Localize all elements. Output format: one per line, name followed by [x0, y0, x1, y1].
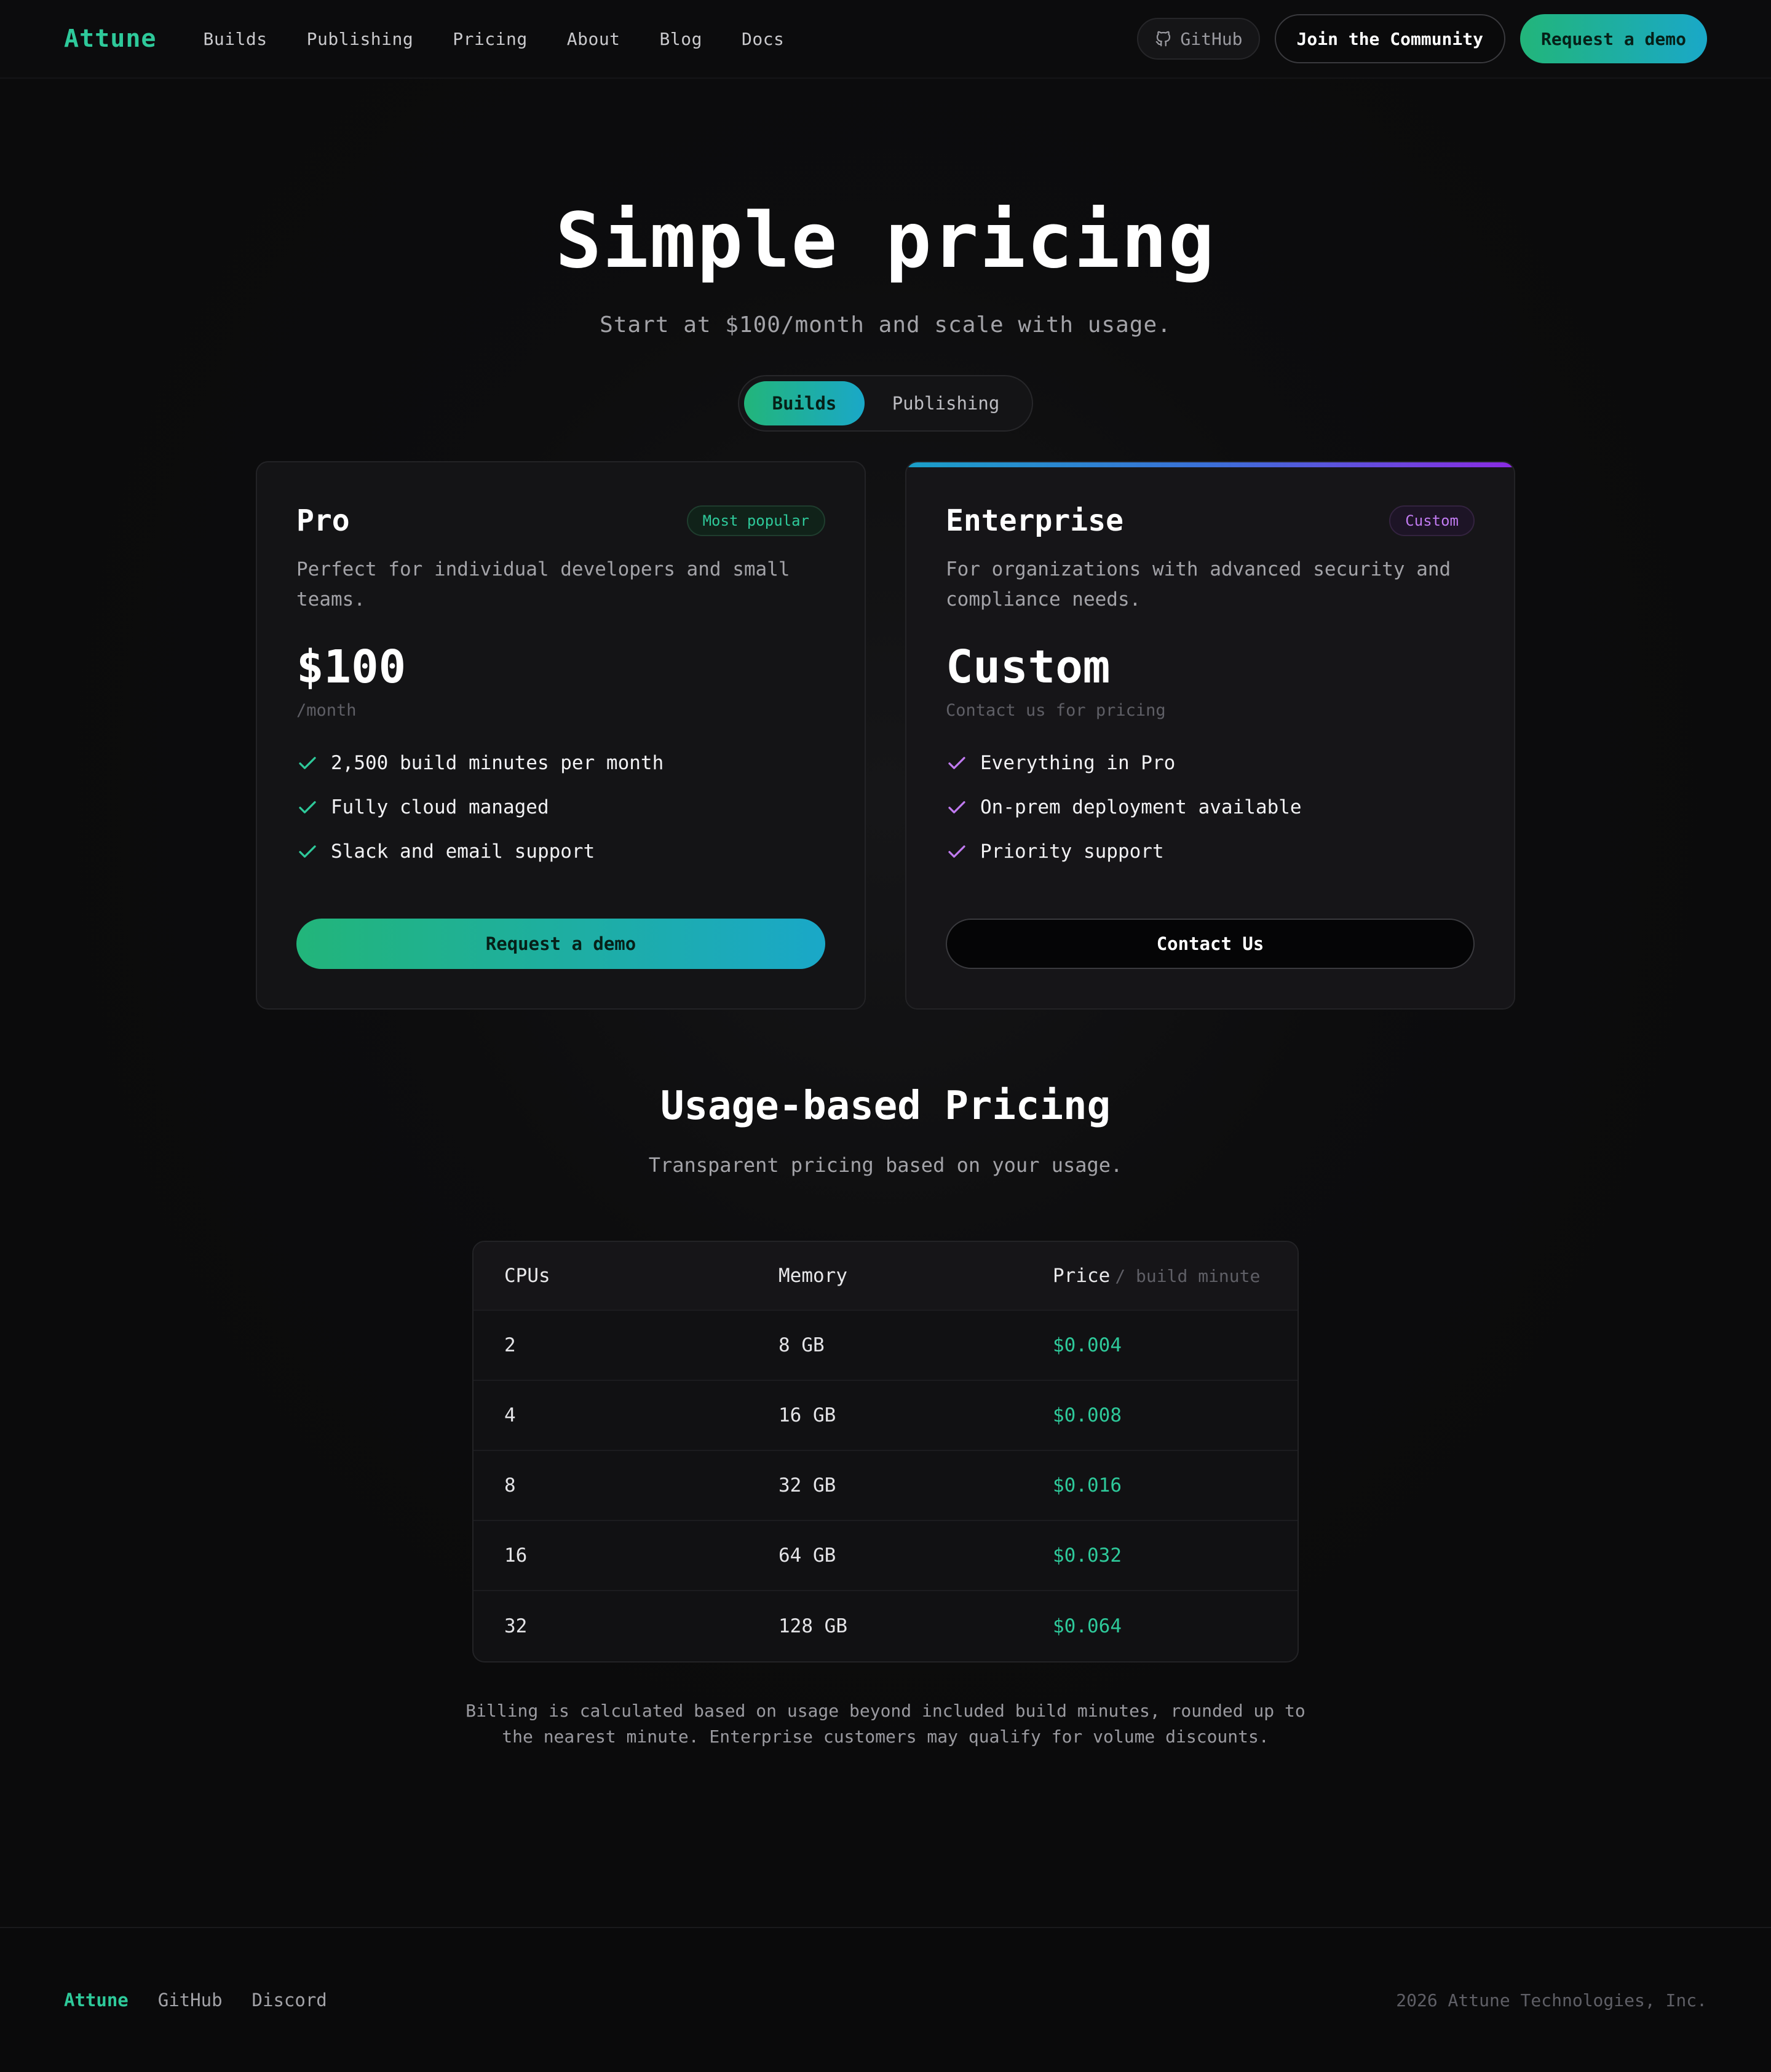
price-header-unit: / build minute — [1115, 1266, 1261, 1286]
feature-list: 2,500 build minutes per month Fully clou… — [296, 741, 825, 874]
nav-link-docs[interactable]: Docs — [722, 29, 804, 49]
card-accent-bar — [906, 462, 1514, 467]
feature-label: On-prem deployment available — [980, 796, 1302, 818]
github-icon — [1156, 31, 1171, 47]
plan-price-unit: /month — [296, 701, 357, 720]
table-header-row: CPUs Memory Price / build minute — [473, 1242, 1298, 1311]
footer-link-discord[interactable]: Discord — [252, 1990, 327, 2011]
nav-link-blog[interactable]: Blog — [640, 29, 722, 49]
feature-item: On-prem deployment available — [946, 785, 1475, 829]
cell-price: $0.032 — [1053, 1544, 1122, 1567]
contact-us-button[interactable]: Contact Us — [946, 919, 1475, 969]
request-demo-button[interactable]: Request a demo — [1519, 14, 1707, 63]
usage-title: Usage-based Pricing — [660, 1083, 1111, 1129]
check-icon — [299, 845, 316, 858]
feature-label: Priority support — [980, 840, 1164, 863]
cell-cpus: 4 — [504, 1404, 516, 1426]
pricing-card-pro: Pro Most popular Perfect for individual … — [256, 461, 866, 1010]
toggle-builds[interactable]: Builds — [744, 381, 865, 425]
feature-item: Everything in Pro — [946, 741, 1475, 785]
plan-badge: Custom — [1389, 505, 1475, 536]
cell-price: $0.064 — [1053, 1615, 1122, 1637]
check-icon — [299, 757, 316, 769]
feature-label: Everything in Pro — [980, 752, 1176, 774]
page-title: Simple pricing — [555, 197, 1216, 285]
nav-links: Builds Publishing Pricing About Blog Doc… — [184, 29, 804, 49]
pro-request-demo-button[interactable]: Request a demo — [296, 919, 825, 969]
cell-cpus: 32 — [504, 1615, 528, 1637]
product-toggle: Builds Publishing — [738, 375, 1033, 432]
cell-price: $0.004 — [1053, 1334, 1122, 1356]
top-nav: Attune Builds Publishing Pricing About B… — [0, 0, 1771, 79]
cell-price: $0.008 — [1053, 1404, 1122, 1426]
usage-pricing-table: CPUs Memory Price / build minute 2 8 GB $… — [472, 1241, 1299, 1663]
feature-list: Everything in Pro On-prem deployment ava… — [946, 741, 1475, 874]
feature-item: Fully cloud managed — [296, 785, 825, 829]
nav-link-publishing[interactable]: Publishing — [287, 29, 434, 49]
page-background — [0, 0, 1771, 2072]
pricing-card-enterprise: Enterprise Custom For organizations with… — [905, 461, 1515, 1010]
feature-item: Priority support — [946, 829, 1475, 874]
nav-link-pricing[interactable]: Pricing — [433, 29, 547, 49]
card-header: Pro Most popular — [296, 499, 825, 542]
footer-link-github[interactable]: GitHub — [158, 1990, 223, 2011]
column-header-cpus: CPUs — [504, 1265, 550, 1287]
card-header: Enterprise Custom — [946, 499, 1475, 542]
plan-description: Perfect for individual developers and sm… — [296, 558, 790, 611]
nav-link-about[interactable]: About — [547, 29, 640, 49]
feature-item: Slack and email support — [296, 829, 825, 874]
join-community-button[interactable]: Join the Community — [1274, 14, 1505, 63]
page-subtitle: Start at $100/month and scale with usage… — [600, 312, 1171, 338]
plan-badge: Most popular — [686, 505, 825, 536]
footer-brand[interactable]: Attune — [64, 1990, 129, 2011]
cell-price: $0.016 — [1053, 1474, 1122, 1497]
cell-memory: 128 GB — [779, 1615, 847, 1637]
check-icon — [948, 845, 965, 858]
check-icon — [948, 757, 965, 769]
feature-label: Fully cloud managed — [331, 796, 549, 818]
github-button[interactable]: GitHub — [1137, 18, 1260, 60]
plan-price: Custom — [946, 641, 1111, 694]
column-header-memory: Memory — [779, 1265, 847, 1287]
toggle-publishing[interactable]: Publishing — [865, 381, 1027, 425]
cell-memory: 16 GB — [779, 1404, 836, 1426]
cell-memory: 32 GB — [779, 1474, 836, 1497]
plan-name: Pro — [296, 504, 350, 538]
cell-memory: 64 GB — [779, 1544, 836, 1567]
plan-price: $100 — [296, 641, 406, 694]
billing-note: Billing is calculated based on usage bey… — [466, 1701, 1305, 1747]
footer: Attune GitHub Discord 2026 Attune Techno… — [0, 1927, 1771, 2072]
cell-memory: 8 GB — [779, 1334, 825, 1356]
usage-subtitle: Transparent pricing based on your usage. — [648, 1153, 1123, 1177]
nav-actions: GitHub Join the Community Request a demo — [1137, 14, 1707, 63]
feature-label: 2,500 build minutes per month — [331, 752, 664, 774]
nav-link-builds[interactable]: Builds — [184, 29, 287, 49]
feature-item: 2,500 build minutes per month — [296, 741, 825, 785]
table-row: 2 8 GB $0.004 — [473, 1311, 1298, 1381]
table-row: 8 32 GB $0.016 — [473, 1451, 1298, 1521]
plan-price-unit: Contact us for pricing — [946, 701, 1166, 720]
brand-logo[interactable]: Attune — [64, 25, 157, 53]
check-icon — [299, 801, 316, 813]
price-header-label: Price — [1053, 1265, 1111, 1287]
column-header-price: Price / build minute — [1053, 1265, 1274, 1287]
cell-cpus: 16 — [504, 1544, 528, 1567]
table-row: 4 16 GB $0.008 — [473, 1381, 1298, 1451]
feature-label: Slack and email support — [331, 840, 595, 863]
check-icon — [948, 801, 965, 813]
copyright: 2026 Attune Technologies, Inc. — [1396, 1990, 1707, 2011]
plan-description: For organizations with advanced security… — [946, 558, 1451, 611]
cell-cpus: 8 — [504, 1474, 516, 1497]
table-row: 32 128 GB $0.064 — [473, 1591, 1298, 1661]
plan-name: Enterprise — [946, 504, 1123, 538]
github-label: GitHub — [1180, 28, 1243, 49]
cell-cpus: 2 — [504, 1334, 516, 1356]
table-row: 16 64 GB $0.032 — [473, 1521, 1298, 1591]
